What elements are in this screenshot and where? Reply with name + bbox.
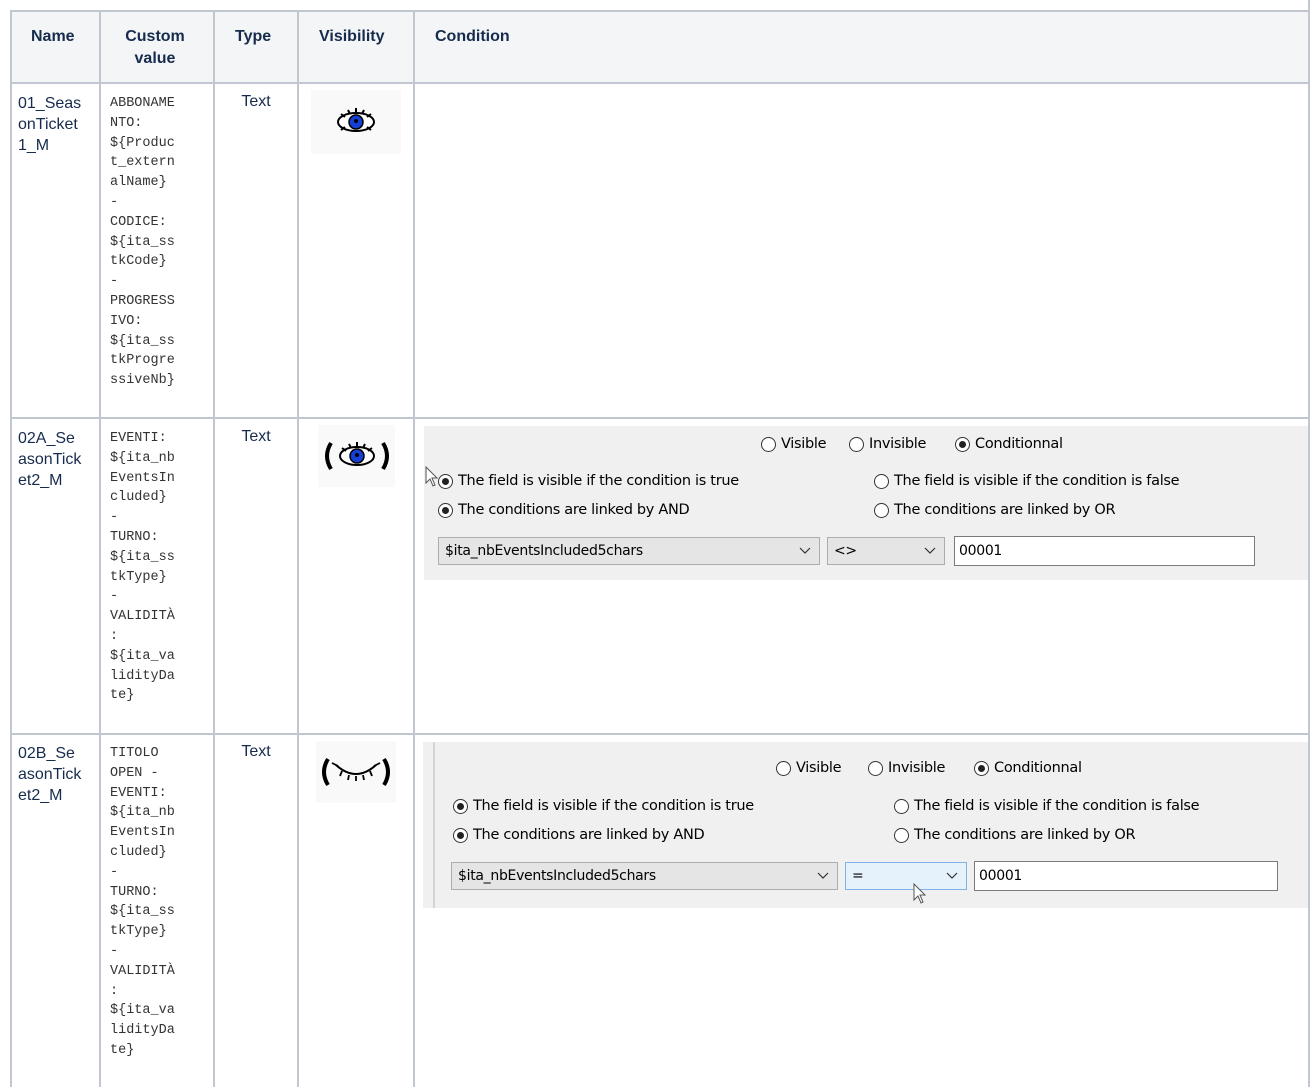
radio-label: The field is visible if the condition is…: [914, 798, 1200, 814]
radio-label: The field is visible if the condition is…: [458, 473, 739, 489]
radio-label: The conditions are linked by OR: [894, 502, 1116, 518]
header-visibility: Visibility: [319, 28, 385, 45]
mouse-cursor-icon: [913, 883, 927, 904]
operator-select[interactable]: =: [845, 862, 967, 890]
radio-label: Invisible: [869, 436, 927, 452]
radio-linked-or[interactable]: The conditions are linked by OR: [894, 827, 1136, 843]
visibility-cell: [311, 90, 401, 154]
field-select-value: $ita_nbEventsIncluded5chars: [458, 868, 656, 884]
row-divider: [10, 733, 1309, 735]
row-custom-value: TITOLO OPEN - EVENTI: ${ita_nb EventsIn …: [110, 746, 175, 1058]
chevron-down-icon: [924, 547, 936, 554]
condition-value-text: 00001: [979, 868, 1023, 884]
column-divider: [213, 10, 215, 1087]
radio-label: The conditions are linked by AND: [458, 502, 690, 518]
radio-conditionnal[interactable]: Conditionnal: [955, 436, 1063, 452]
table-border-top: [10, 10, 1309, 12]
row-name: 02B_Se asonTick et2_M: [18, 745, 82, 804]
column-divider: [99, 10, 101, 1087]
column-divider: [10, 10, 12, 1087]
radio-label: The field is visible if the condition is…: [894, 473, 1180, 489]
chevron-down-icon: [799, 547, 811, 554]
condition-value-input[interactable]: 00001: [954, 536, 1255, 566]
radio-label: Visible: [781, 436, 827, 452]
conditional-eye-icon: [325, 441, 389, 471]
radio-label: The conditions are linked by OR: [914, 827, 1136, 843]
radio-invisible[interactable]: Invisible: [868, 760, 945, 776]
radio-visible-if-false[interactable]: The field is visible if the condition is…: [874, 473, 1180, 489]
operator-select[interactable]: <>: [827, 537, 945, 565]
radio-linked-and[interactable]: The conditions are linked by AND: [453, 827, 705, 843]
row-type: Text: [241, 743, 271, 760]
header-name: Name: [31, 28, 75, 45]
radio-visible[interactable]: Visible: [776, 760, 842, 776]
column-divider: [297, 10, 299, 1087]
radio-label: The field is visible if the condition is…: [473, 798, 754, 814]
custom-values-table: Name Custom value Type Visibility Condit…: [0, 0, 1315, 1087]
row-custom-value: ABBONAME NTO: ${Produc t_extern alName} …: [110, 96, 175, 389]
chevron-down-icon: [817, 872, 829, 879]
visible-eye-icon: [337, 108, 375, 132]
operator-select-value: =: [852, 868, 864, 884]
radio-linked-or[interactable]: The conditions are linked by OR: [874, 502, 1116, 518]
chevron-down-icon: [946, 872, 958, 879]
radio-visible-if-true[interactable]: The field is visible if the condition is…: [438, 473, 739, 489]
conditional-closed-eye-icon: [322, 757, 390, 787]
row-divider: [10, 82, 1309, 84]
condition-value-input[interactable]: 00001: [974, 861, 1278, 891]
radio-visible-if-false[interactable]: The field is visible if the condition is…: [894, 798, 1200, 814]
radio-label: Visible: [796, 760, 842, 776]
condition-panel: Visible Invisible Conditionnal The field…: [424, 426, 1308, 580]
field-select[interactable]: $ita_nbEventsIncluded5chars: [451, 862, 838, 890]
radio-label: Conditionnal: [975, 436, 1063, 452]
column-divider: [1308, 0, 1310, 1087]
row-custom-value: EVENTI: ${ita_nb EventsIn cluded} - TURN…: [110, 431, 175, 704]
row-type: Text: [241, 93, 271, 110]
row-name: 01_Seas onTicket 1_M: [18, 95, 82, 154]
radio-label: Conditionnal: [994, 760, 1082, 776]
row-type: Text: [241, 428, 271, 445]
radio-invisible[interactable]: Invisible: [849, 436, 926, 452]
radio-visible-if-true[interactable]: The field is visible if the condition is…: [453, 798, 754, 814]
header-custom-value: Custom value: [125, 28, 185, 67]
row-divider: [10, 417, 1309, 419]
operator-select-value: <>: [834, 543, 857, 559]
condition-panel: Visible Invisible Conditionnal The field…: [423, 742, 1308, 908]
mouse-cursor-icon: [425, 466, 439, 487]
field-select[interactable]: $ita_nbEventsIncluded5chars: [438, 537, 820, 565]
field-select-value: $ita_nbEventsIncluded5chars: [445, 543, 643, 559]
radio-conditionnal[interactable]: Conditionnal: [974, 760, 1082, 776]
column-divider: [413, 10, 415, 1087]
header-condition: Condition: [435, 28, 510, 45]
row-name: 02A_Se asonTick et2_M: [18, 430, 82, 489]
radio-label: The conditions are linked by AND: [473, 827, 705, 843]
radio-label: Invisible: [888, 760, 946, 776]
panel-divider: [433, 742, 435, 908]
visibility-cell: [318, 425, 395, 487]
visibility-cell: [316, 741, 396, 803]
radio-linked-and[interactable]: The conditions are linked by AND: [438, 502, 690, 518]
radio-visible[interactable]: Visible: [761, 436, 827, 452]
condition-value-text: 00001: [959, 543, 1003, 559]
header-type: Type: [235, 28, 272, 45]
